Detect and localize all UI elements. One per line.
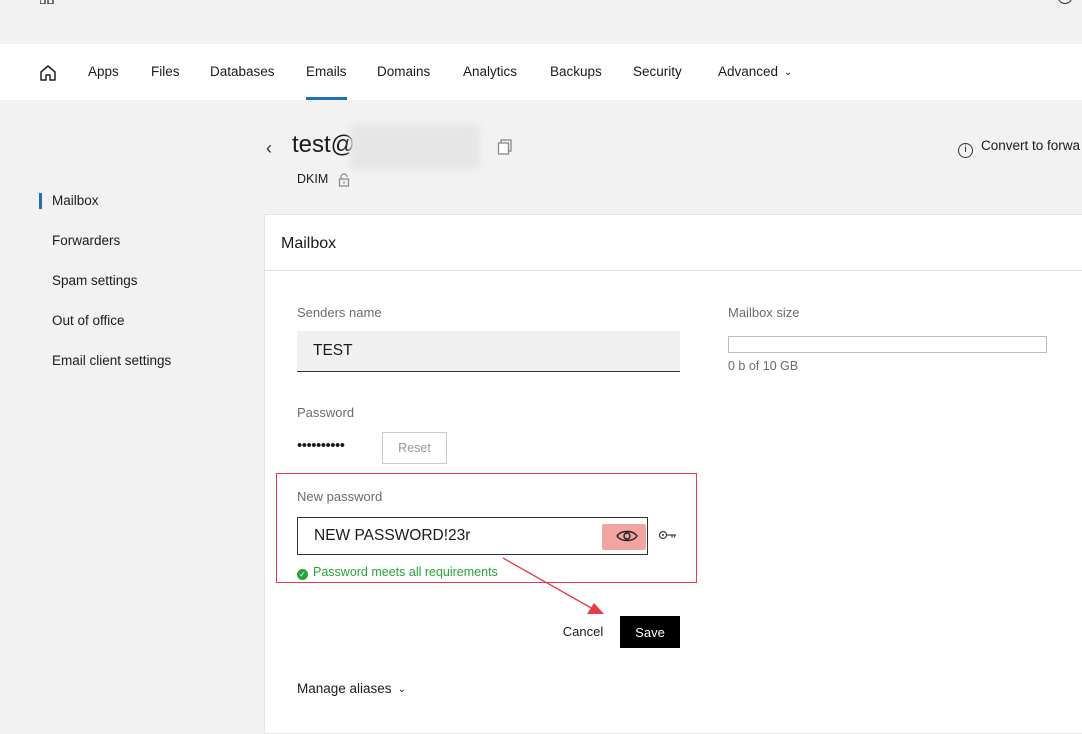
mailbox-size-text: 0 b of 10 GB xyxy=(728,359,799,373)
mailbox-size-bar xyxy=(728,336,1047,353)
dkim-label: DKIM xyxy=(297,172,329,186)
password-status-text: Password meets all requirements xyxy=(313,565,498,579)
nav-apps[interactable]: Apps xyxy=(88,44,119,100)
new-password-field xyxy=(297,517,648,555)
sidebar-item-email-client-settings[interactable]: Email client settings xyxy=(52,353,171,368)
nav-domains[interactable]: Domains xyxy=(377,44,430,100)
chevron-down-icon: ⌄ xyxy=(397,684,406,695)
app-top-bar xyxy=(0,0,1082,44)
redacted-domain xyxy=(350,124,480,170)
key-icon[interactable] xyxy=(658,528,678,542)
sidebar-item-spam-settings[interactable]: Spam settings xyxy=(52,273,138,288)
nav-backups[interactable]: Backups xyxy=(550,44,602,100)
sidebar-item-mailbox[interactable]: Mailbox xyxy=(52,193,99,208)
nav-databases[interactable]: Databases xyxy=(210,44,275,100)
card-divider xyxy=(265,270,1082,271)
manage-aliases-label: Manage aliases xyxy=(297,681,392,696)
eye-icon[interactable] xyxy=(616,528,638,544)
save-button[interactable]: Save xyxy=(620,616,680,648)
nav-files[interactable]: Files xyxy=(151,44,180,100)
home-icon[interactable] xyxy=(38,63,58,83)
reset-password-button[interactable]: Reset xyxy=(382,432,447,464)
cancel-button[interactable]: Cancel xyxy=(555,617,611,645)
convert-to-forwarder-button[interactable]: i Convert to forwa xyxy=(958,138,1080,158)
sidebar-item-out-of-office[interactable]: Out of office xyxy=(52,313,125,328)
password-mask: •••••••••• xyxy=(297,437,345,454)
senders-name-input[interactable] xyxy=(297,331,680,372)
info-icon: i xyxy=(958,143,973,158)
nav-advanced-label: Advanced xyxy=(718,64,779,79)
app-grid-icon[interactable] xyxy=(40,0,54,4)
password-status: ✓ Password meets all requirements xyxy=(297,565,498,580)
sidebar-item-forwarders[interactable]: Forwarders xyxy=(52,233,120,248)
password-label: Password xyxy=(297,405,355,420)
nav-analytics[interactable]: Analytics xyxy=(463,44,517,100)
manage-aliases-toggle[interactable]: Manage aliases ⌄ xyxy=(297,681,406,696)
mailbox-size-label: Mailbox size xyxy=(728,305,800,320)
copy-icon[interactable] xyxy=(497,139,513,155)
new-password-label: New password xyxy=(297,489,383,504)
new-password-input[interactable] xyxy=(298,518,598,554)
senders-name-label: Senders name xyxy=(297,305,382,320)
card-title: Mailbox xyxy=(281,235,337,252)
help-icon[interactable] xyxy=(1058,0,1072,4)
convert-label: Convert to forwa xyxy=(981,138,1081,153)
mailbox-card: Mailbox Senders name Password ••••••••••… xyxy=(264,214,1082,734)
chevron-down-icon: ⌄ xyxy=(784,67,793,78)
check-circle-icon: ✓ xyxy=(297,569,308,580)
chevron-left-icon[interactable]: ‹ xyxy=(266,138,272,159)
nav-security[interactable]: Security xyxy=(633,44,682,100)
nav-advanced[interactable]: Advanced ⌄ xyxy=(718,44,792,100)
nav-emails[interactable]: Emails xyxy=(306,44,347,100)
sidebar-active-marker xyxy=(39,193,42,209)
main-navigation: Apps Files Databases Emails Domains Anal… xyxy=(0,44,1082,100)
lock-icon xyxy=(338,173,350,187)
page-title: test@ xyxy=(292,131,356,158)
